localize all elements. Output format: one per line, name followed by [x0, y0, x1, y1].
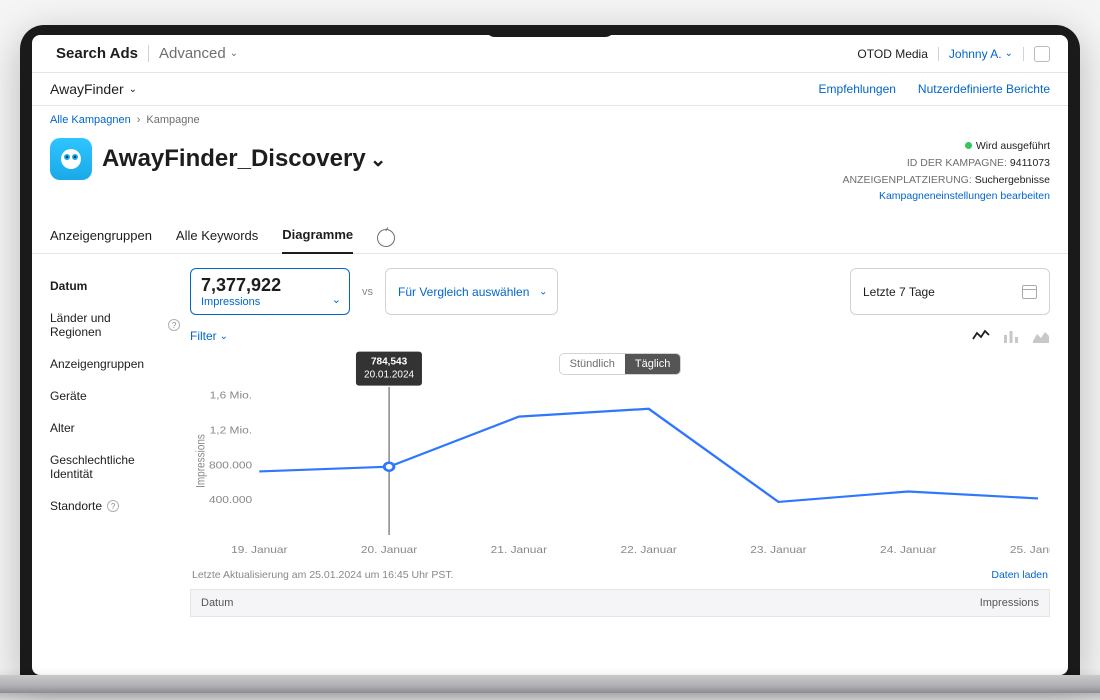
svg-text:21. Januar: 21. Januar: [491, 545, 548, 556]
sidebar-item-gender[interactable]: Geschlechtliche Identität: [50, 444, 180, 490]
chevron-down-icon: ⌄: [129, 84, 137, 95]
breadcrumb-separator: ›: [137, 114, 141, 126]
info-icon[interactable]: ?: [168, 319, 180, 331]
org-name: OTOD Media: [857, 47, 927, 61]
brand-tier-dropdown[interactable]: Advanced⌄: [148, 45, 238, 62]
granularity-toggle: Stündlich Täglich: [559, 353, 682, 375]
filter-row: Filter⌄: [190, 329, 1050, 343]
status-dot-icon: [965, 142, 972, 149]
sidebar-item-devices[interactable]: Geräte: [50, 380, 180, 412]
svg-text:800.000: 800.000: [209, 460, 252, 471]
granularity-daily[interactable]: Täglich: [625, 354, 680, 374]
sidebar-item-locations[interactable]: Standorte?: [50, 490, 180, 522]
svg-text:1,6 Mio.: 1,6 Mio.: [210, 391, 252, 402]
placement-label: ANZEIGENPLATZIERUNG:: [842, 174, 971, 186]
svg-text:Impressions: Impressions: [195, 434, 208, 488]
area-chart-icon[interactable]: [1032, 329, 1050, 343]
topbar: Search Ads Advanced⌄ OTOD Media Johnny A…: [32, 35, 1068, 73]
chevron-down-icon: ⌄: [220, 331, 228, 342]
last-updated-text: Letzte Aktualisierung am 25.01.2024 um 1…: [192, 569, 454, 581]
table-col-date: Datum: [201, 597, 233, 609]
separator: [938, 47, 939, 61]
campaign-tabs: Anzeigengruppen Alle Keywords Diagramme: [32, 217, 1068, 254]
impressions-chart[interactable]: 400.000 800.000 1,2 Mio. 1,6 Mio. Impression…: [190, 379, 1050, 559]
line-chart-icon[interactable]: [972, 329, 990, 343]
sidebar-item-date[interactable]: Datum: [50, 270, 180, 302]
brand-block: Search Ads Advanced⌄: [50, 45, 238, 62]
sidebar-item-adgroups[interactable]: Anzeigengruppen: [50, 348, 180, 380]
filter-dropdown[interactable]: Filter⌄: [190, 329, 228, 343]
primary-metric-dropdown[interactable]: 7,377,922 Impressions ⌄: [190, 268, 350, 315]
tooltip-date: 20.01.2024: [364, 369, 414, 382]
campaign-id-label: ID DER KAMPAGNE:: [907, 157, 1007, 169]
vs-label: vs: [362, 286, 373, 298]
history-icon[interactable]: [377, 229, 395, 247]
tab-keywords[interactable]: Alle Keywords: [176, 218, 258, 253]
table-col-impressions: Impressions: [980, 597, 1039, 609]
chevron-down-icon: ⌄: [539, 286, 547, 297]
chevron-down-icon: ⌄: [332, 293, 341, 306]
campaign-title-dropdown[interactable]: AwayFinder_Discovery⌄: [102, 145, 386, 173]
app-icon: [50, 138, 92, 180]
svg-text:23. Januar: 23. Januar: [750, 545, 807, 556]
bar-chart-icon[interactable]: [1002, 329, 1020, 343]
breadcrumb: Alle Kampagnen › Kampagne: [32, 106, 1068, 134]
chart-type-switcher: [972, 329, 1050, 343]
separator: [1023, 47, 1024, 61]
chart-tooltip: 784,543 20.01.2024: [356, 352, 422, 386]
sidebar-item-age[interactable]: Alter: [50, 412, 180, 444]
table-header: Datum Impressions: [190, 589, 1050, 617]
chevron-down-icon: ⌄: [1005, 48, 1013, 59]
subbar: AwayFinder⌄ Empfehlungen Nutzerdefiniert…: [32, 73, 1068, 106]
granularity-hourly[interactable]: Stündlich: [560, 354, 625, 374]
metric-row: 7,377,922 Impressions ⌄ vs Für Vergleich…: [190, 268, 1050, 315]
compare-metric-dropdown[interactable]: Für Vergleich auswählen ⌄: [385, 268, 558, 315]
breadcrumb-all-campaigns[interactable]: Alle Kampagnen: [50, 114, 131, 126]
campaign-meta: Wird ausgeführt ID DER KAMPAGNE: 9411073…: [842, 138, 1050, 205]
calendar-icon: [1022, 285, 1037, 299]
user-menu[interactable]: Johnny A.⌄: [949, 47, 1013, 61]
app-dropdown[interactable]: AwayFinder⌄: [50, 81, 137, 97]
tab-adgroups[interactable]: Anzeigengruppen: [50, 218, 152, 253]
metric-value: 7,377,922: [201, 275, 321, 296]
sidebar-item-countries[interactable]: Länder und Regionen?: [50, 302, 180, 348]
brand-product: Search Ads: [56, 45, 138, 62]
notifications-icon[interactable]: [1034, 46, 1050, 62]
tab-charts[interactable]: Diagramme: [282, 217, 353, 254]
content-area: 7,377,922 Impressions ⌄ vs Für Vergleich…: [180, 254, 1068, 675]
info-icon[interactable]: ?: [107, 500, 119, 512]
tooltip-value: 784,543: [364, 356, 414, 369]
svg-text:20. Januar: 20. Januar: [361, 545, 418, 556]
chevron-down-icon: ⌄: [230, 48, 238, 59]
svg-text:19. Januar: 19. Januar: [231, 545, 288, 556]
svg-text:22. Januar: 22. Januar: [620, 545, 677, 556]
svg-text:24. Januar: 24. Januar: [880, 545, 937, 556]
campaign-header: AwayFinder_Discovery⌄ Wird ausgeführt ID…: [32, 134, 1068, 217]
edit-campaign-link[interactable]: Kampagneneinstellungen bearbeiten: [842, 188, 1050, 205]
date-range-picker[interactable]: Letzte 7 Tage: [850, 268, 1050, 315]
svg-text:25. Januar: 25. Januar: [1010, 545, 1050, 556]
svg-text:400.000: 400.000: [209, 495, 252, 506]
breadcrumb-current: Kampagne: [146, 114, 199, 126]
custom-reports-link[interactable]: Nutzerdefinierte Berichte: [918, 82, 1050, 96]
footer-update-row: Letzte Aktualisierung am 25.01.2024 um 1…: [190, 559, 1050, 589]
date-range-label: Letzte 7 Tage: [863, 285, 935, 299]
metric-label: Impressions: [201, 296, 321, 308]
svg-text:1,2 Mio.: 1,2 Mio.: [210, 426, 252, 437]
dimension-sidebar: Datum Länder und Regionen? Anzeigengrupp…: [32, 254, 180, 675]
campaign-id-value: 9411073: [1010, 157, 1050, 169]
load-data-link[interactable]: Daten laden: [991, 569, 1048, 581]
placement-value: Suchergebnisse: [975, 174, 1050, 186]
recommendations-link[interactable]: Empfehlungen: [819, 82, 896, 96]
campaign-status: Wird ausgeführt: [976, 140, 1050, 152]
chevron-down-icon: ⌄: [370, 147, 387, 172]
